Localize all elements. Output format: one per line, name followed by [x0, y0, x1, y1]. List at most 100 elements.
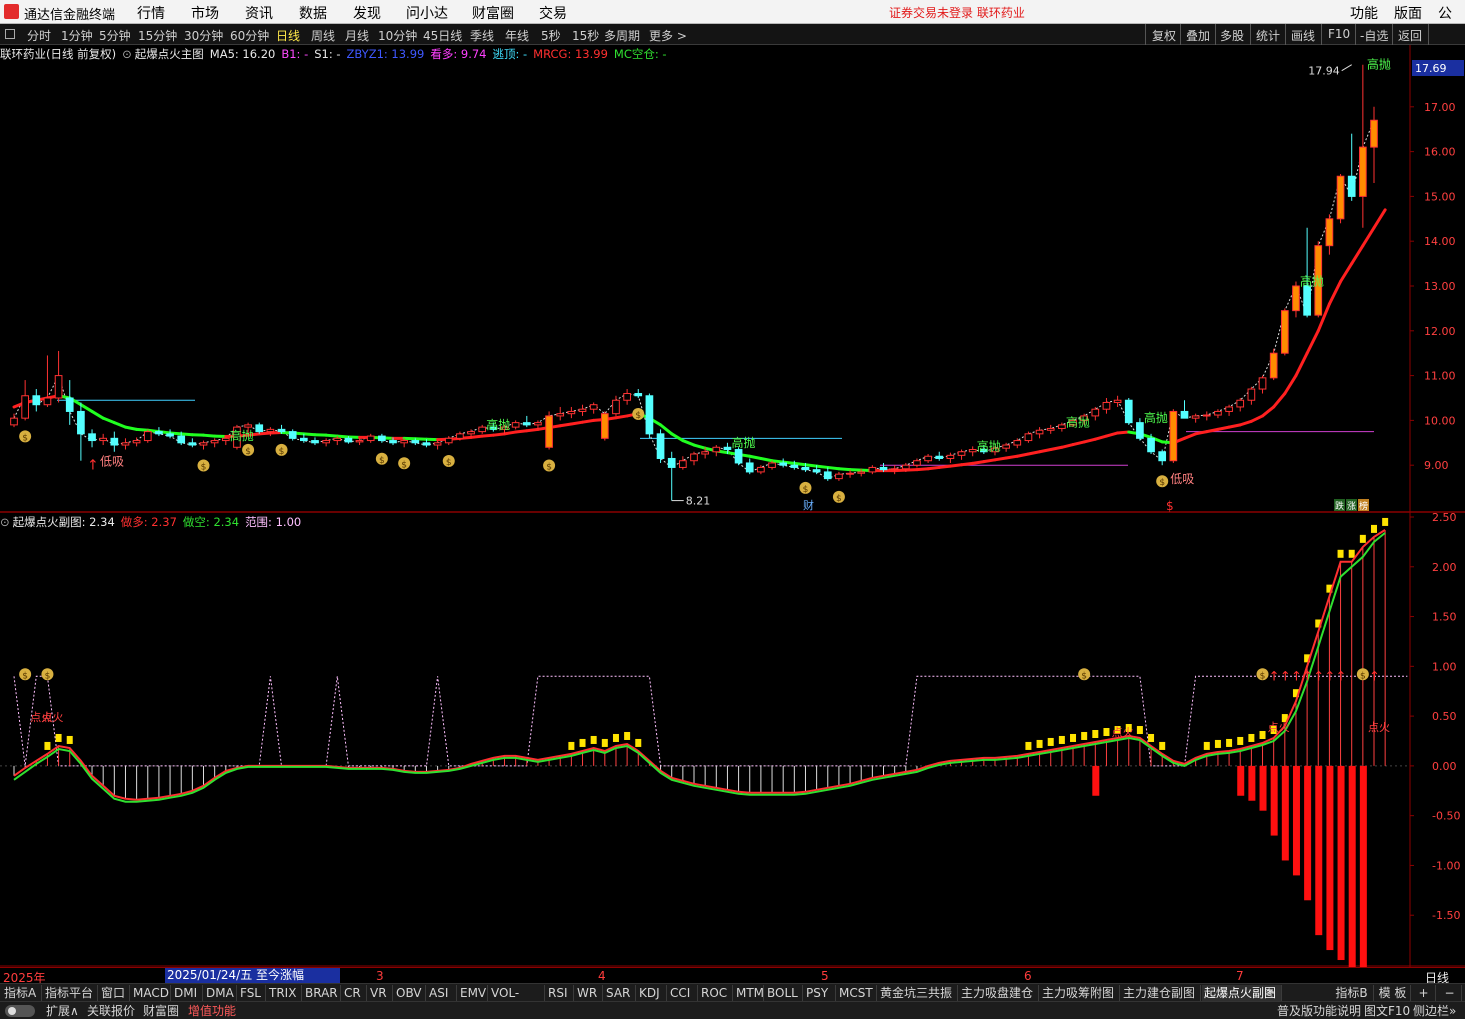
indicator-tab[interactable]: TRIX: [267, 985, 302, 1001]
indicator-tab[interactable]: RSI: [546, 985, 574, 1001]
candle-body[interactable]: [311, 440, 319, 444]
candle-body[interactable]: [366, 435, 375, 442]
candle-body[interactable]: [578, 408, 587, 412]
formula-dropdown-icon[interactable]: ⊙: [0, 515, 10, 529]
candle-body[interactable]: [433, 442, 442, 446]
indicator-tab[interactable]: 主力建仓副图: [1121, 985, 1201, 1001]
candle-body[interactable]: [1113, 399, 1122, 403]
candle-body[interactable]: [1024, 433, 1033, 442]
candle-body[interactable]: [132, 440, 141, 444]
candle-body[interactable]: [1359, 146, 1367, 197]
candle-body[interactable]: [1158, 451, 1167, 462]
tab-sidebar[interactable]: 侧边栏»: [1413, 1003, 1456, 1019]
candle-body[interactable]: [745, 462, 754, 473]
candle-body[interactable]: [221, 437, 230, 442]
candle-body[interactable]: [1136, 422, 1144, 439]
indicator-tab[interactable]: VR: [368, 985, 393, 1001]
candle-body[interactable]: [10, 417, 18, 426]
candle-body[interactable]: [835, 473, 843, 480]
candle-body[interactable]: [1102, 401, 1111, 410]
indicator-tab[interactable]: MTM: [734, 985, 764, 1001]
candle-body[interactable]: [1169, 410, 1178, 462]
candle-body[interactable]: [1091, 408, 1100, 417]
candle-body[interactable]: [779, 462, 788, 466]
right-tab[interactable]: −: [1438, 985, 1462, 1001]
candle-body[interactable]: [924, 455, 932, 462]
indicator-tab[interactable]: 指标平台: [43, 985, 98, 1001]
candle-body[interactable]: [868, 466, 877, 473]
candle-body[interactable]: [1370, 119, 1378, 148]
candle-body[interactable]: [1236, 399, 1245, 408]
candle-body[interactable]: [846, 472, 854, 475]
indicator-tab[interactable]: DMI: [172, 985, 203, 1001]
candle-body[interactable]: [1269, 352, 1278, 379]
candle-body[interactable]: [522, 422, 531, 426]
right-tab[interactable]: 指标B: [1330, 985, 1374, 1001]
indicator-tab[interactable]: 主力吸盘建仓: [959, 985, 1039, 1001]
candle-body[interactable]: [344, 437, 353, 443]
candle-body[interactable]: [121, 442, 130, 446]
candle-body[interactable]: [400, 440, 409, 444]
candle-body[interactable]: [1191, 415, 1200, 419]
right-tab[interactable]: +: [1412, 985, 1436, 1001]
candle-body[interactable]: [567, 410, 576, 415]
candle-body[interactable]: [99, 437, 108, 442]
candle-body[interactable]: [656, 433, 665, 459]
indicator-tab[interactable]: 黄金坑三共振: [878, 985, 958, 1001]
candle-body[interactable]: [890, 468, 899, 471]
candle-body[interactable]: [1035, 429, 1044, 435]
candle-body[interactable]: [801, 466, 810, 471]
candle-body[interactable]: [1124, 399, 1133, 424]
candle-body[interactable]: [1225, 406, 1233, 412]
tab-wealth-circle[interactable]: 财富圈: [143, 1003, 179, 1019]
candle-body[interactable]: [534, 422, 542, 426]
candle-body[interactable]: [1247, 388, 1256, 401]
candle-body[interactable]: [199, 442, 208, 446]
candle-body[interactable]: [1202, 414, 1211, 417]
candle-body[interactable]: [77, 410, 85, 435]
candle-body[interactable]: [277, 428, 286, 433]
candle-body[interactable]: [600, 413, 609, 439]
candle-body[interactable]: [54, 375, 63, 399]
candle-body[interactable]: [266, 428, 275, 433]
candle-body[interactable]: [1347, 175, 1356, 197]
candle-body[interactable]: [322, 440, 330, 444]
candle-body[interactable]: [43, 397, 52, 406]
candle-body[interactable]: [355, 440, 364, 443]
formula-dropdown-icon[interactable]: ⊙: [122, 47, 132, 61]
indicator-tab[interactable]: OBV: [394, 985, 426, 1001]
candle-body[interactable]: [88, 433, 96, 442]
candle-body[interactable]: [166, 433, 174, 437]
tab-edition-help[interactable]: 普及版功能说明: [1277, 1003, 1361, 1019]
indicator-tab[interactable]: ASI: [427, 985, 457, 1001]
candle-body[interactable]: [757, 466, 765, 473]
candle-body[interactable]: [244, 424, 252, 428]
candle-body[interactable]: [634, 393, 643, 397]
candle-body[interactable]: [1180, 410, 1189, 419]
candle-body[interactable]: [857, 471, 866, 474]
indicator-tab[interactable]: BOLL: [765, 985, 803, 1001]
indicator-tab[interactable]: DMA: [204, 985, 237, 1001]
candle-body[interactable]: [1336, 175, 1345, 220]
candle-body[interactable]: [957, 451, 966, 456]
indicator-tab[interactable]: WR: [575, 985, 603, 1001]
indicator-tab[interactable]: ROC: [699, 985, 733, 1001]
indicator-tab[interactable]: 窗口: [99, 985, 130, 1001]
candle-body[interactable]: [1214, 410, 1222, 416]
indicator-tab[interactable]: BRAR: [303, 985, 341, 1001]
candle-body[interactable]: [110, 437, 119, 446]
candle-body[interactable]: [478, 426, 487, 433]
candle-body[interactable]: [556, 413, 565, 417]
tab-extend[interactable]: 扩展∧: [46, 1003, 79, 1019]
candle-body[interactable]: [935, 455, 944, 459]
candle-body[interactable]: [879, 466, 888, 471]
indicator-tab[interactable]: MCST: [837, 985, 877, 1001]
indicator-tab[interactable]: EMV: [458, 985, 488, 1001]
tab-f10[interactable]: 图文F10: [1364, 1003, 1410, 1019]
candle-body[interactable]: [65, 397, 74, 412]
toggle-switch-icon[interactable]: [5, 1005, 35, 1017]
sub-formula-name[interactable]: 起爆点火副图: [13, 515, 82, 529]
candle-body[interactable]: [1292, 285, 1300, 312]
candle-body[interactable]: [790, 464, 799, 468]
candle-body[interactable]: [968, 449, 977, 453]
